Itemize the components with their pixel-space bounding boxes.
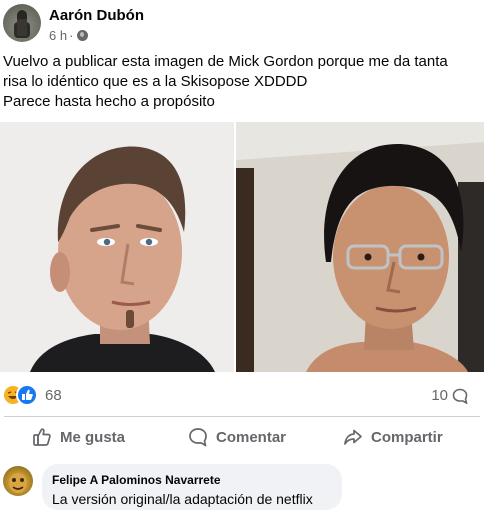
comment-bubble: Felipe A Palominos Navarrete La versión … [42, 464, 342, 510]
photo-right[interactable] [236, 122, 484, 372]
share-button-label: Compartir [371, 428, 443, 446]
post-time[interactable]: 6 h [49, 28, 67, 43]
comment-item: Felipe A Palominos Navarrete La versión … [0, 462, 484, 512]
share-icon [344, 429, 362, 445]
like-button[interactable]: Me gusta [32, 420, 125, 454]
meta-separator: · [69, 28, 74, 43]
comment-text: La versión original/la adaptación de net… [52, 491, 313, 507]
post-meta: 6 h · [49, 28, 89, 43]
commenter-name[interactable]: Felipe A Palominos Navarrete [52, 473, 221, 487]
comments-count[interactable]: 10 [431, 387, 468, 404]
thumbs-up-icon [33, 428, 51, 446]
action-bar: Me gusta Comentar Compartir [0, 420, 484, 454]
post-text-line: risa lo idéntico que es a la Skisopose X… [3, 73, 308, 90]
commenter-avatar[interactable] [3, 466, 33, 496]
reactions-bar: 68 10 [0, 380, 484, 410]
like-icon [18, 386, 36, 404]
post-text-line: Parece hasta hecho a propósito [3, 93, 215, 110]
author-name[interactable]: Aarón Dubón [49, 7, 144, 24]
divider [4, 416, 480, 417]
post-text-line: Vuelvo a publicar esta imagen de Mick Go… [3, 53, 448, 70]
portrait-photo [0, 122, 234, 372]
selfie-photo [236, 122, 484, 372]
post-photos [0, 122, 484, 372]
comment-bubble-icon [452, 388, 468, 404]
post-text: Vuelvo a publicar esta imagen de Mick Go… [3, 52, 481, 112]
comment-button[interactable]: Comentar [188, 420, 286, 454]
comments-count-number: 10 [431, 387, 448, 404]
like-button-label: Me gusta [60, 428, 126, 446]
author-avatar[interactable] [3, 4, 41, 42]
comment-button-label: Comentar [216, 428, 287, 446]
reaction-count[interactable]: 68 [45, 387, 62, 404]
post-header: Aarón Dubón 6 h · [0, 0, 484, 52]
photo-left[interactable] [0, 122, 234, 372]
reaction-icons[interactable] [4, 386, 40, 404]
share-button[interactable]: Compartir [343, 420, 443, 454]
comment-icon [189, 428, 207, 447]
globe-icon[interactable] [77, 30, 89, 41]
